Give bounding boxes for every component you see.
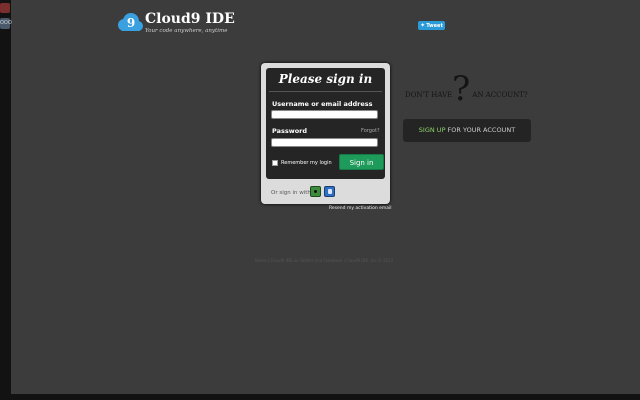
signin-form: Please sign in Username or email address… bbox=[266, 68, 385, 179]
dock-window-icon[interactable]: OOO bbox=[0, 18, 12, 29]
username-label: Username or email address bbox=[272, 100, 373, 108]
signup-rest: FOR YOUR ACCOUNT bbox=[445, 126, 516, 134]
resend-activation-link[interactable]: Resend my activation email bbox=[329, 206, 392, 211]
username-input[interactable] bbox=[271, 110, 378, 119]
cloud9-logo[interactable]: 9 Cloud9 IDE Your code anywhere, anytime bbox=[114, 10, 235, 36]
bitbucket-icon[interactable] bbox=[324, 186, 335, 197]
or-signin-text: Or sign in with: bbox=[271, 190, 313, 196]
signup-emph: SIGN UP bbox=[418, 126, 446, 134]
title-divider bbox=[269, 91, 382, 92]
password-label: Password bbox=[272, 127, 308, 135]
signup-text: SIGN UP FOR YOUR ACCOUNT bbox=[403, 119, 531, 142]
tweet-label: Tweet bbox=[426, 23, 443, 29]
bottom-bar bbox=[0, 394, 640, 400]
signin-button[interactable]: Sign in bbox=[339, 154, 384, 170]
github-icon[interactable] bbox=[310, 186, 321, 197]
dock-app-icon[interactable] bbox=[0, 3, 10, 13]
remember-label: Remember my login bbox=[281, 160, 332, 166]
footer-links[interactable]: Home | Cloud9 IDE on Twitter and Faceboo… bbox=[244, 258, 404, 263]
remember-checkbox[interactable] bbox=[272, 160, 278, 166]
app-title: Cloud9 IDE bbox=[145, 11, 235, 27]
signin-title: Please sign in bbox=[278, 72, 373, 86]
signin-card: Please sign in Username or email address… bbox=[261, 63, 390, 204]
tweet-button[interactable]: ✦Tweet bbox=[418, 21, 445, 30]
app-tagline: Your code anywhere, anytime bbox=[145, 28, 228, 34]
password-input[interactable] bbox=[271, 138, 378, 147]
no-account-pre: DON'T HAVE bbox=[405, 91, 453, 99]
no-account-post: AN ACCOUNT? bbox=[472, 91, 528, 99]
question-mark-graphic: ? bbox=[452, 69, 471, 109]
bird-icon: ✦ bbox=[420, 22, 426, 29]
cloud-number: 9 bbox=[127, 16, 135, 30]
signup-button[interactable]: SIGN UP FOR YOUR ACCOUNT bbox=[403, 119, 531, 142]
forgot-link[interactable]: Forgot? bbox=[361, 128, 380, 134]
left-dock-strip: OOO bbox=[0, 0, 12, 400]
cloud-logo-icon: 9 bbox=[118, 13, 143, 31]
